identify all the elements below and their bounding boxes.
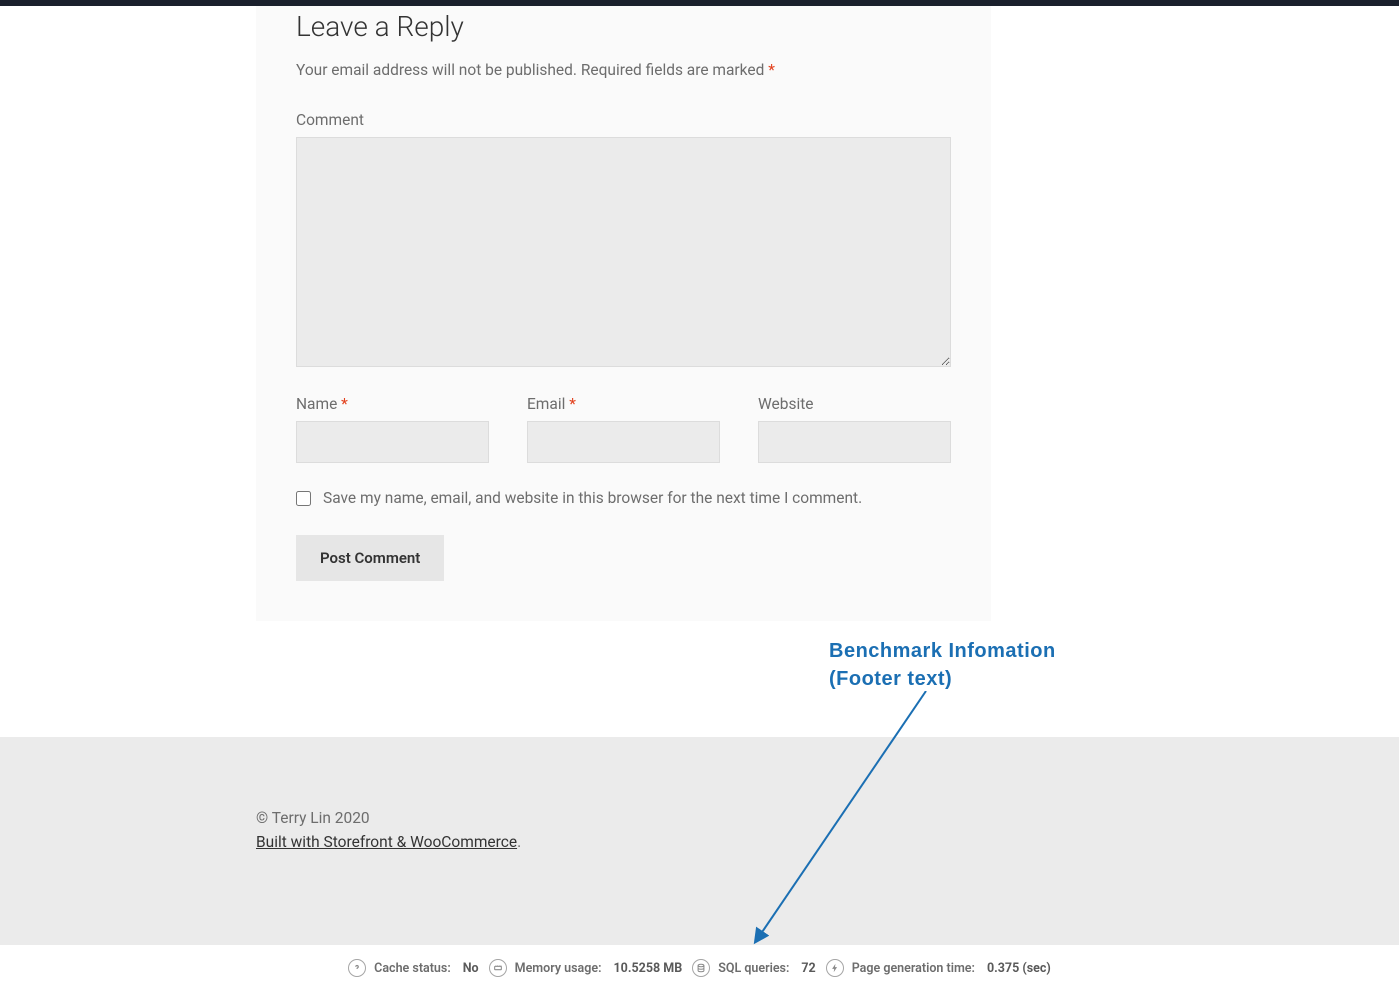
sql-label: SQL queries: xyxy=(718,961,789,976)
website-input[interactable] xyxy=(758,421,951,463)
name-required: * xyxy=(341,395,348,413)
name-field-group: Name * xyxy=(296,395,489,463)
pagegen-label: Page generation time: xyxy=(852,961,975,976)
consent-checkbox[interactable] xyxy=(296,491,311,506)
email-label-text: Email xyxy=(527,395,565,413)
memory-item: Memory usage: 10.5258 MB xyxy=(489,959,683,977)
debug-bar: Cache status: No Memory usage: 10.5258 M… xyxy=(0,945,1399,991)
post-comment-button[interactable]: Post Comment xyxy=(296,535,444,581)
name-label-text: Name xyxy=(296,395,337,413)
comment-section: Leave a Reply Your email address will no… xyxy=(256,6,991,621)
built-with-link[interactable]: Built with Storefront & WooCommerce xyxy=(256,833,517,851)
cache-status-item: Cache status: No xyxy=(348,959,478,977)
sql-item: SQL queries: 72 xyxy=(692,959,816,977)
annotation-wrap: Benchmark Infomation (Footer text) xyxy=(0,637,1399,737)
database-icon xyxy=(692,959,710,977)
copyright: © Terry Lin 2020 xyxy=(256,809,991,827)
notes-prefix: Your email address will not be published… xyxy=(296,61,577,79)
consent-row: Save my name, email, and website in this… xyxy=(296,489,951,507)
comment-textarea[interactable] xyxy=(296,137,951,367)
pagegen-item: Page generation time: 0.375 (sec) xyxy=(826,959,1051,977)
reply-title: Leave a Reply xyxy=(296,6,951,43)
sql-value: 72 xyxy=(801,961,815,976)
email-field-group: Email * xyxy=(527,395,720,463)
site-footer: © Terry Lin 2020 Built with Storefront &… xyxy=(0,737,1399,945)
memory-value: 10.5258 MB xyxy=(614,961,683,976)
footer-inner: © Terry Lin 2020 Built with Storefront &… xyxy=(256,809,991,851)
required-asterisk: * xyxy=(768,61,775,79)
form-notes: Your email address will not be published… xyxy=(296,61,951,79)
email-label: Email * xyxy=(527,395,720,413)
email-required: * xyxy=(569,395,576,413)
memory-icon xyxy=(489,959,507,977)
fields-row: Name * Email * Website xyxy=(296,395,951,463)
email-input[interactable] xyxy=(527,421,720,463)
built-with-period: . xyxy=(517,833,521,851)
name-input[interactable] xyxy=(296,421,489,463)
annotation-line2: (Footer text) xyxy=(829,668,952,690)
consent-label[interactable]: Save my name, email, and website in this… xyxy=(323,489,862,507)
comment-label: Comment xyxy=(296,111,951,129)
notes-required: Required fields are marked xyxy=(581,61,765,79)
question-icon xyxy=(348,959,366,977)
annotation-text: Benchmark Infomation (Footer text) xyxy=(829,637,1056,693)
bolt-icon xyxy=(826,959,844,977)
name-label: Name * xyxy=(296,395,489,413)
website-field-group: Website xyxy=(758,395,951,463)
built-with: Built with Storefront & WooCommerce. xyxy=(256,833,991,851)
annotation-line1: Benchmark Infomation xyxy=(829,640,1056,662)
memory-label: Memory usage: xyxy=(515,961,602,976)
website-label: Website xyxy=(758,395,951,413)
cache-label: Cache status: xyxy=(374,961,451,976)
pagegen-value: 0.375 (sec) xyxy=(987,961,1051,976)
cache-value: No xyxy=(463,961,479,976)
